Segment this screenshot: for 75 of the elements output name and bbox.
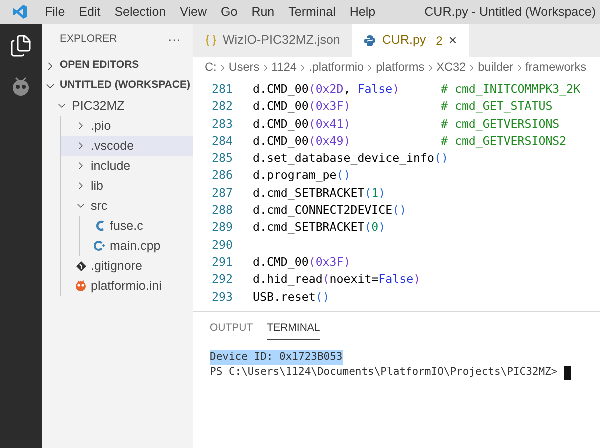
- code-line: d.CMD_00(0x3F): [253, 98, 352, 116]
- line-number: 287: [211, 184, 233, 202]
- close-button[interactable]: ×: [448, 30, 458, 51]
- cpp-file-icon: [94, 240, 106, 252]
- breadcrumb-item[interactable]: 1124: [272, 58, 297, 76]
- code-line: d.CMD_00(0x49): [253, 132, 352, 150]
- code-comment: # cmd_GETVERSIONS2: [441, 132, 567, 150]
- tree-item[interactable]: .gitignore: [61, 256, 193, 276]
- line-number: 293: [211, 288, 233, 306]
- more-actions-button[interactable]: ···: [168, 30, 181, 50]
- code-comment: # cmd_INITCOMMPK3_2K: [441, 80, 581, 98]
- sidebar-title: EXPLORER: [60, 32, 118, 48]
- menu-item[interactable]: File: [38, 2, 72, 22]
- breadcrumb-item[interactable]: .platformio: [309, 58, 364, 76]
- menu-item[interactable]: Run: [244, 2, 282, 22]
- menu-item[interactable]: Go: [214, 2, 245, 22]
- tree-item[interactable]: .vscode: [61, 136, 193, 156]
- code-line: d.hid_read(noexit=False): [253, 271, 421, 288]
- breadcrumb-item[interactable]: XC32: [436, 58, 466, 76]
- code-line: d.cmd_CONNECT2DEVICE(): [253, 202, 407, 220]
- tree-item[interactable]: lib: [61, 176, 193, 196]
- panel-tab[interactable]: TERMINAL: [267, 318, 320, 340]
- code-line: d.cmd_SETBRACKET(0): [253, 219, 386, 236]
- menu-item[interactable]: View: [173, 2, 214, 22]
- panel-tab[interactable]: OUTPUT: [210, 318, 254, 340]
- code-line: d.cmd_SETBRACKET(1): [253, 184, 386, 202]
- tree-item[interactable]: main.cpp: [80, 236, 193, 256]
- python-icon: [364, 34, 376, 46]
- section-header[interactable]: UNTITLED (WORKSPACE): [42, 76, 193, 96]
- line-number: 284: [211, 132, 233, 150]
- menu-item[interactable]: Edit: [72, 2, 108, 22]
- problem-count: 2: [436, 32, 443, 50]
- tree-item[interactable]: src: [61, 196, 193, 216]
- tree-item[interactable]: .pio: [61, 116, 193, 136]
- code-line: d.program_pe(): [253, 167, 351, 184]
- code-line: d.CMD_00(0x3F): [253, 254, 351, 271]
- line-number: 288: [211, 202, 233, 220]
- menu-item[interactable]: Help: [342, 2, 383, 22]
- diamond-icon: [76, 260, 86, 272]
- code-comment: # cmd_GET_STATUS: [441, 98, 553, 116]
- breadcrumb-item[interactable]: Users: [228, 58, 260, 76]
- menu-item[interactable]: Terminal: [282, 2, 343, 22]
- braces-icon: [205, 35, 217, 46]
- tree-item[interactable]: platformio.ini: [61, 276, 193, 296]
- line-number: 285: [211, 150, 233, 168]
- alien-head-icon[interactable]: [10, 76, 32, 98]
- breadcrumb-item[interactable]: frameworks: [526, 58, 586, 76]
- app-logo-icon: [12, 4, 28, 20]
- section-header[interactable]: OPEN EDITORS: [42, 56, 193, 76]
- line-number: 283: [211, 116, 233, 133]
- c-file-icon: [95, 220, 105, 232]
- editor-tab[interactable]: CUR.py 2 ×: [352, 24, 470, 57]
- ant-icon: [75, 280, 87, 292]
- breadcrumb-item[interactable]: C:: [205, 58, 217, 76]
- code-line: d.set_database_device_info(): [253, 150, 448, 168]
- window-title: CUR.py - Untitled (Workspace): [424, 4, 596, 21]
- line-number: 281: [211, 80, 233, 98]
- tree-item[interactable]: fuse.c: [80, 216, 193, 236]
- code-line: d.CMD_00(0x2D, False): [253, 80, 401, 98]
- breadcrumb-item[interactable]: builder: [478, 58, 514, 76]
- code-line: USB.reset(): [253, 288, 330, 306]
- tree-item[interactable]: PIC32MZ: [42, 96, 193, 116]
- line-number: 282: [211, 98, 233, 116]
- line-number: 292: [211, 271, 233, 288]
- breadcrumb-item[interactable]: platforms: [376, 58, 425, 76]
- code-line: d.CMD_00(0x41): [253, 116, 352, 133]
- code-comment: # cmd_GETVERSIONS: [441, 116, 560, 133]
- line-number: 290: [211, 236, 233, 254]
- line-number: 289: [211, 219, 233, 236]
- files-icon[interactable]: [9, 34, 33, 58]
- tree-item[interactable]: include: [61, 156, 193, 176]
- line-number: 286: [211, 167, 233, 184]
- line-number: 291: [211, 254, 233, 271]
- menu-item[interactable]: Selection: [108, 2, 174, 22]
- terminal-line: PS C:\Users\1124\Documents\PlatformIO\Projects\PIC32MZ>: [210, 364, 558, 380]
